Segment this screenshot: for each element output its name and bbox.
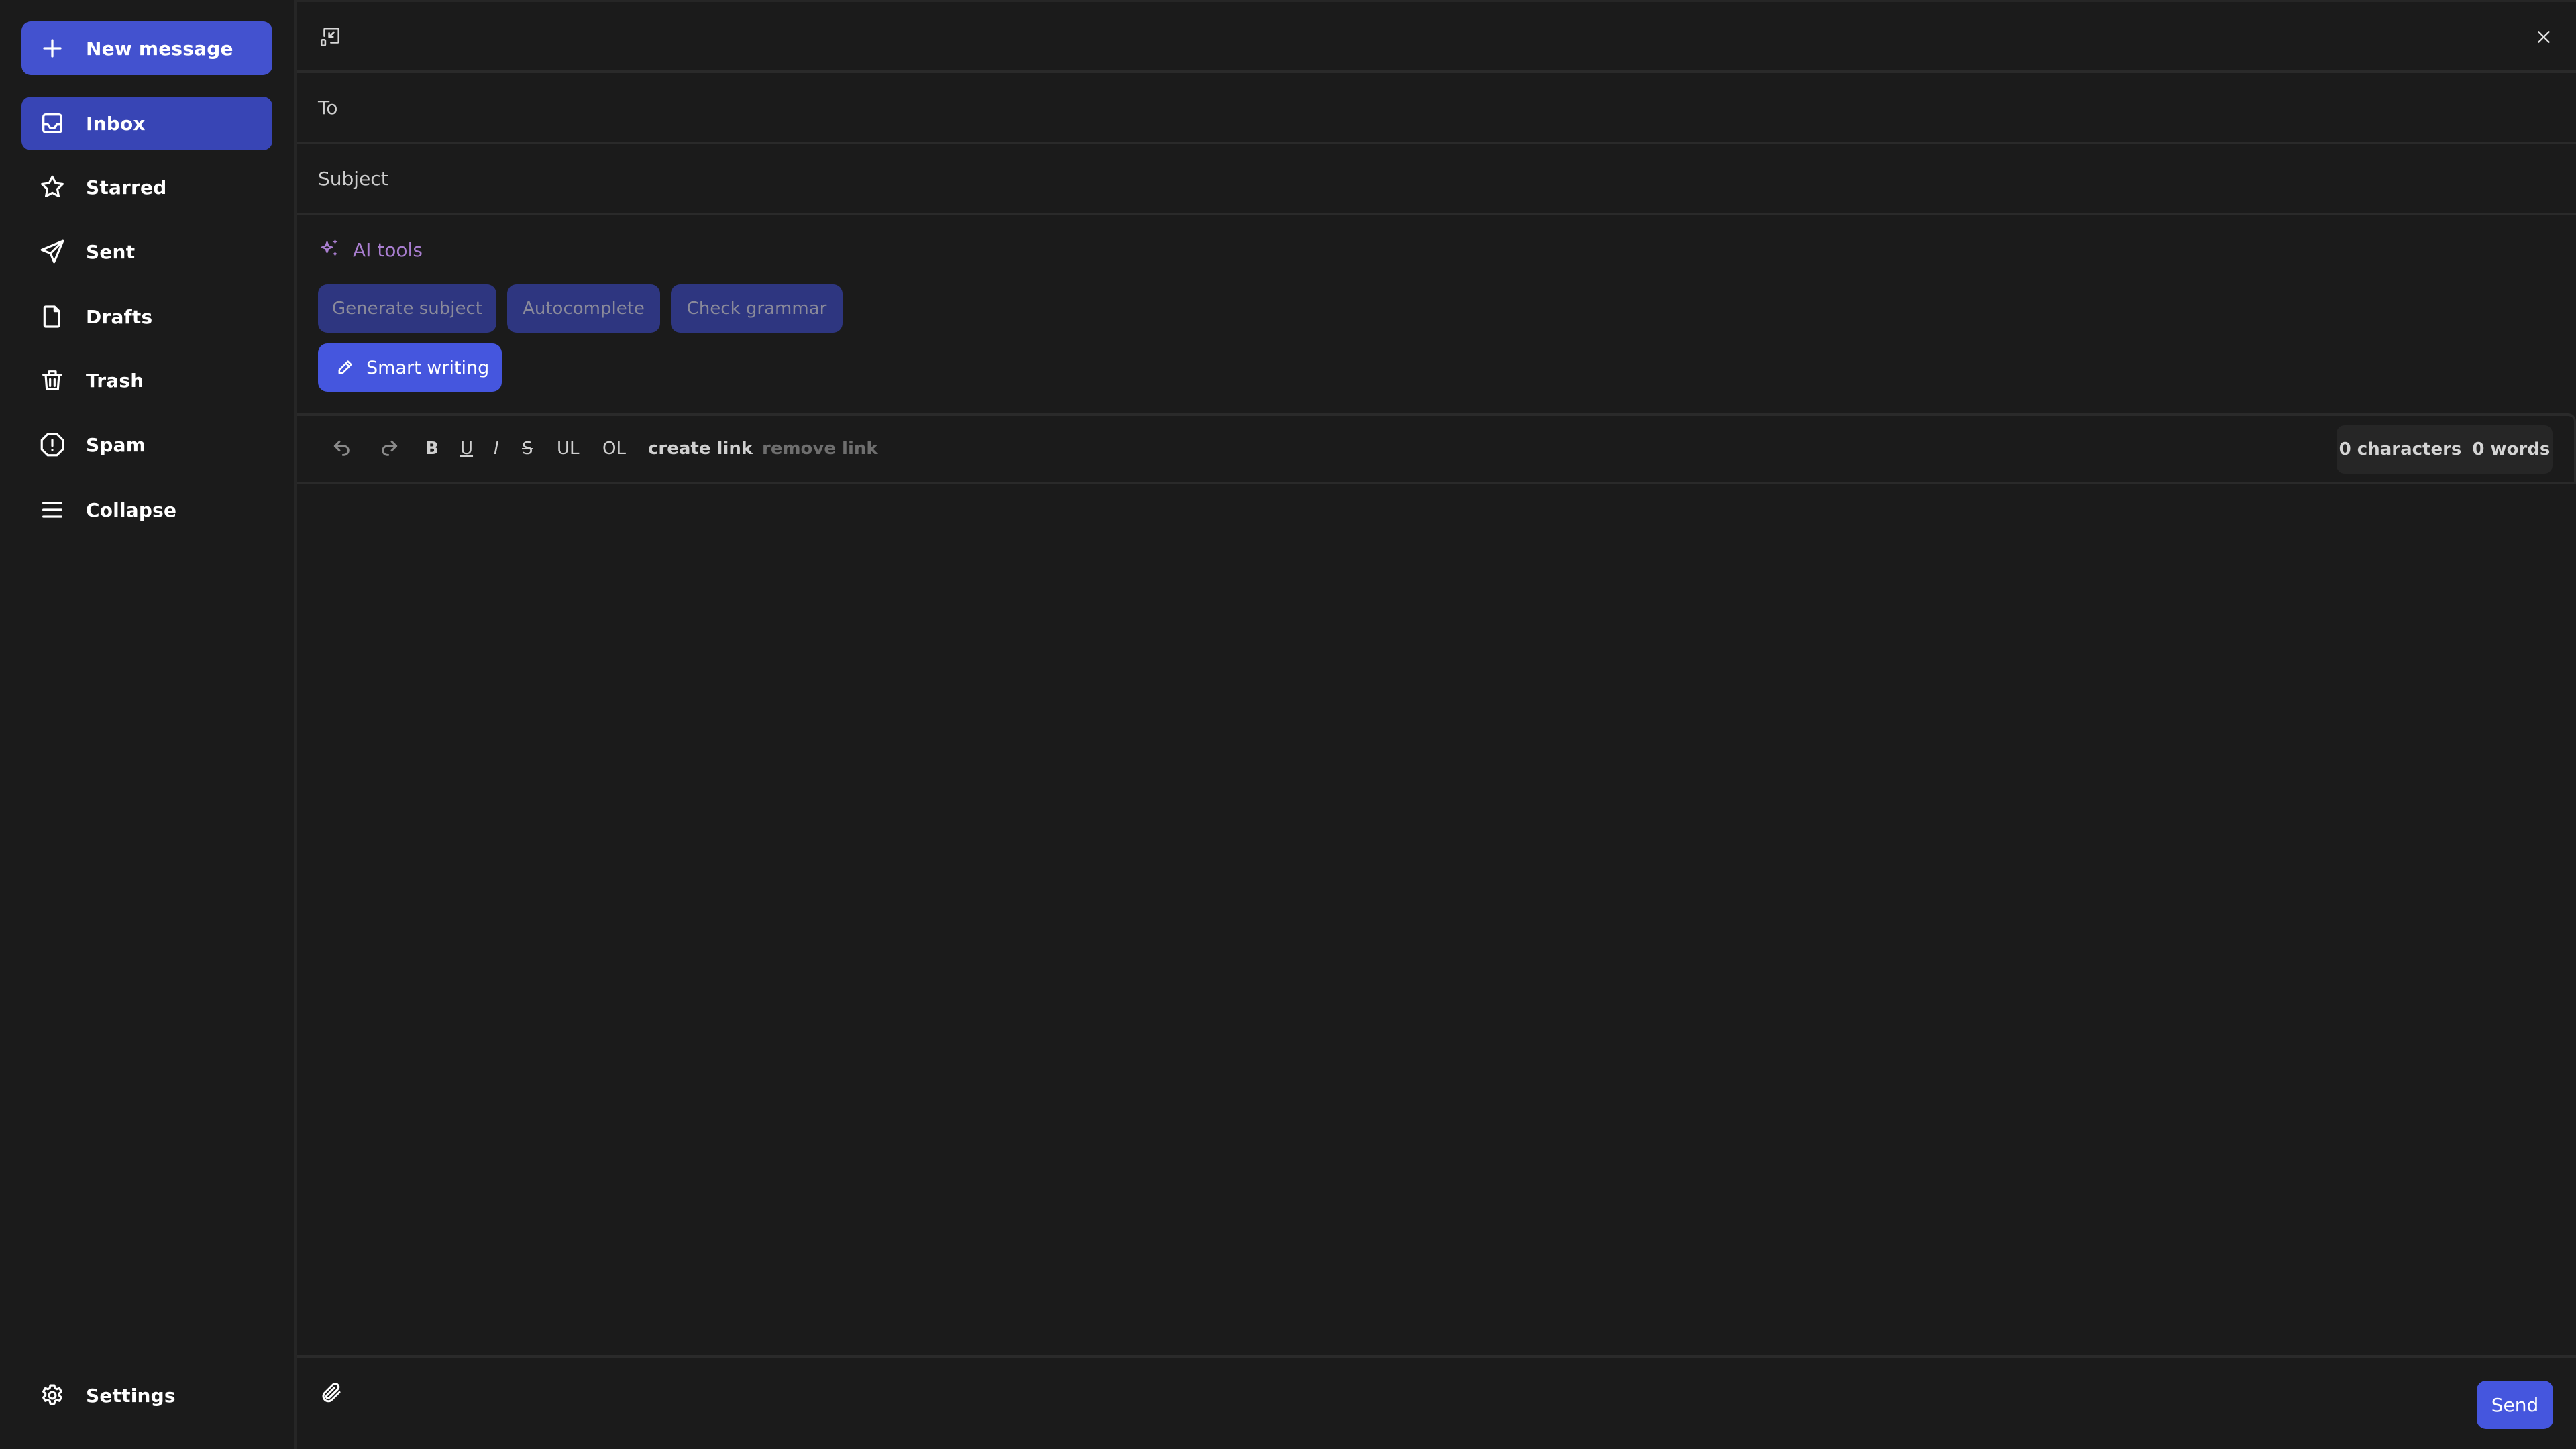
sidebar-item-drafts[interactable]: Drafts xyxy=(21,290,272,343)
compose-header xyxy=(297,2,2576,72)
alert-octagon-icon xyxy=(38,430,67,460)
compose-footer: Send xyxy=(297,1355,2576,1449)
autocomplete-button[interactable]: Autocomplete xyxy=(507,284,660,333)
character-word-counter: 0 characters 0 words xyxy=(2337,425,2553,474)
trash-icon xyxy=(38,366,67,395)
word-count: 0 words xyxy=(2472,439,2551,460)
pencil-icon xyxy=(335,358,354,380)
sidebar-item-label: Drafts xyxy=(86,305,153,328)
menu-icon xyxy=(38,495,67,525)
sidebar-item-label: Starred xyxy=(86,176,167,199)
check-grammar-button[interactable]: Check grammar xyxy=(671,284,843,333)
compose-panel: To Subject AI tools Generate subject Aut… xyxy=(297,0,2576,1449)
bold-button[interactable]: B xyxy=(425,416,439,482)
gear-icon xyxy=(38,1381,67,1410)
create-link-button[interactable]: create link xyxy=(648,416,753,482)
sidebar-item-spam[interactable]: Spam xyxy=(21,418,272,472)
message-body-editor[interactable] xyxy=(297,484,2574,1355)
star-icon xyxy=(38,172,67,202)
sidebar-item-collapse[interactable]: Collapse xyxy=(21,483,272,537)
inbox-icon xyxy=(38,109,67,138)
character-count: 0 characters xyxy=(2339,439,2462,460)
sidebar-item-sent[interactable]: Sent xyxy=(21,225,272,278)
plus-icon xyxy=(38,34,67,63)
settings-label: Settings xyxy=(86,1384,176,1407)
sidebar-item-trash[interactable]: Trash xyxy=(21,354,272,407)
file-icon xyxy=(38,302,67,331)
send-icon xyxy=(38,237,67,266)
minimize-icon[interactable] xyxy=(317,23,343,50)
new-message-button[interactable]: New message xyxy=(21,21,272,75)
ordered-list-button[interactable]: OL xyxy=(602,416,626,482)
ai-tools-label: AI tools xyxy=(353,238,423,261)
sidebar-item-starred[interactable]: Starred xyxy=(21,160,272,214)
sidebar-item-label: Spam xyxy=(86,433,146,456)
paperclip-icon[interactable] xyxy=(317,1378,346,1407)
send-button[interactable]: Send xyxy=(2477,1381,2553,1429)
to-input[interactable] xyxy=(377,87,2555,127)
sidebar-item-label: Collapse xyxy=(86,498,177,521)
subject-divider xyxy=(297,213,2576,215)
undo-icon[interactable] xyxy=(331,416,353,482)
remove-link-button[interactable]: remove link xyxy=(762,416,878,482)
generate-subject-button[interactable]: Generate subject xyxy=(318,284,496,333)
sidebar-item-settings[interactable]: Settings xyxy=(21,1368,272,1422)
italic-button[interactable]: I xyxy=(494,416,499,482)
sidebar-item-label: Trash xyxy=(86,369,144,392)
subject-label: Subject xyxy=(318,167,388,190)
to-label: To xyxy=(318,96,338,119)
sidebar-item-label: Inbox xyxy=(86,112,146,135)
strikethrough-button[interactable]: S xyxy=(522,416,533,482)
ai-tools-header: AI tools xyxy=(318,235,423,264)
sidebar: New message Inbox Starred Sent Drafts Tr… xyxy=(0,0,294,1449)
redo-icon[interactable] xyxy=(378,416,400,482)
close-icon[interactable] xyxy=(2532,25,2556,49)
sparkles-icon xyxy=(318,236,342,263)
sidebar-item-inbox[interactable]: Inbox xyxy=(21,97,272,150)
subject-field[interactable]: Subject xyxy=(297,144,2576,213)
to-field[interactable]: To xyxy=(297,73,2576,142)
formatting-toolbar: B U I S UL OL create link remove link 0 … xyxy=(297,413,2576,484)
sidebar-item-label: Sent xyxy=(86,240,136,263)
underline-button[interactable]: U xyxy=(460,416,473,482)
smart-writing-button[interactable]: Smart writing xyxy=(318,343,502,392)
new-message-label: New message xyxy=(86,37,233,60)
unordered-list-button[interactable]: UL xyxy=(557,416,580,482)
subject-input[interactable] xyxy=(404,158,2555,199)
smart-writing-label: Smart writing xyxy=(366,357,490,378)
